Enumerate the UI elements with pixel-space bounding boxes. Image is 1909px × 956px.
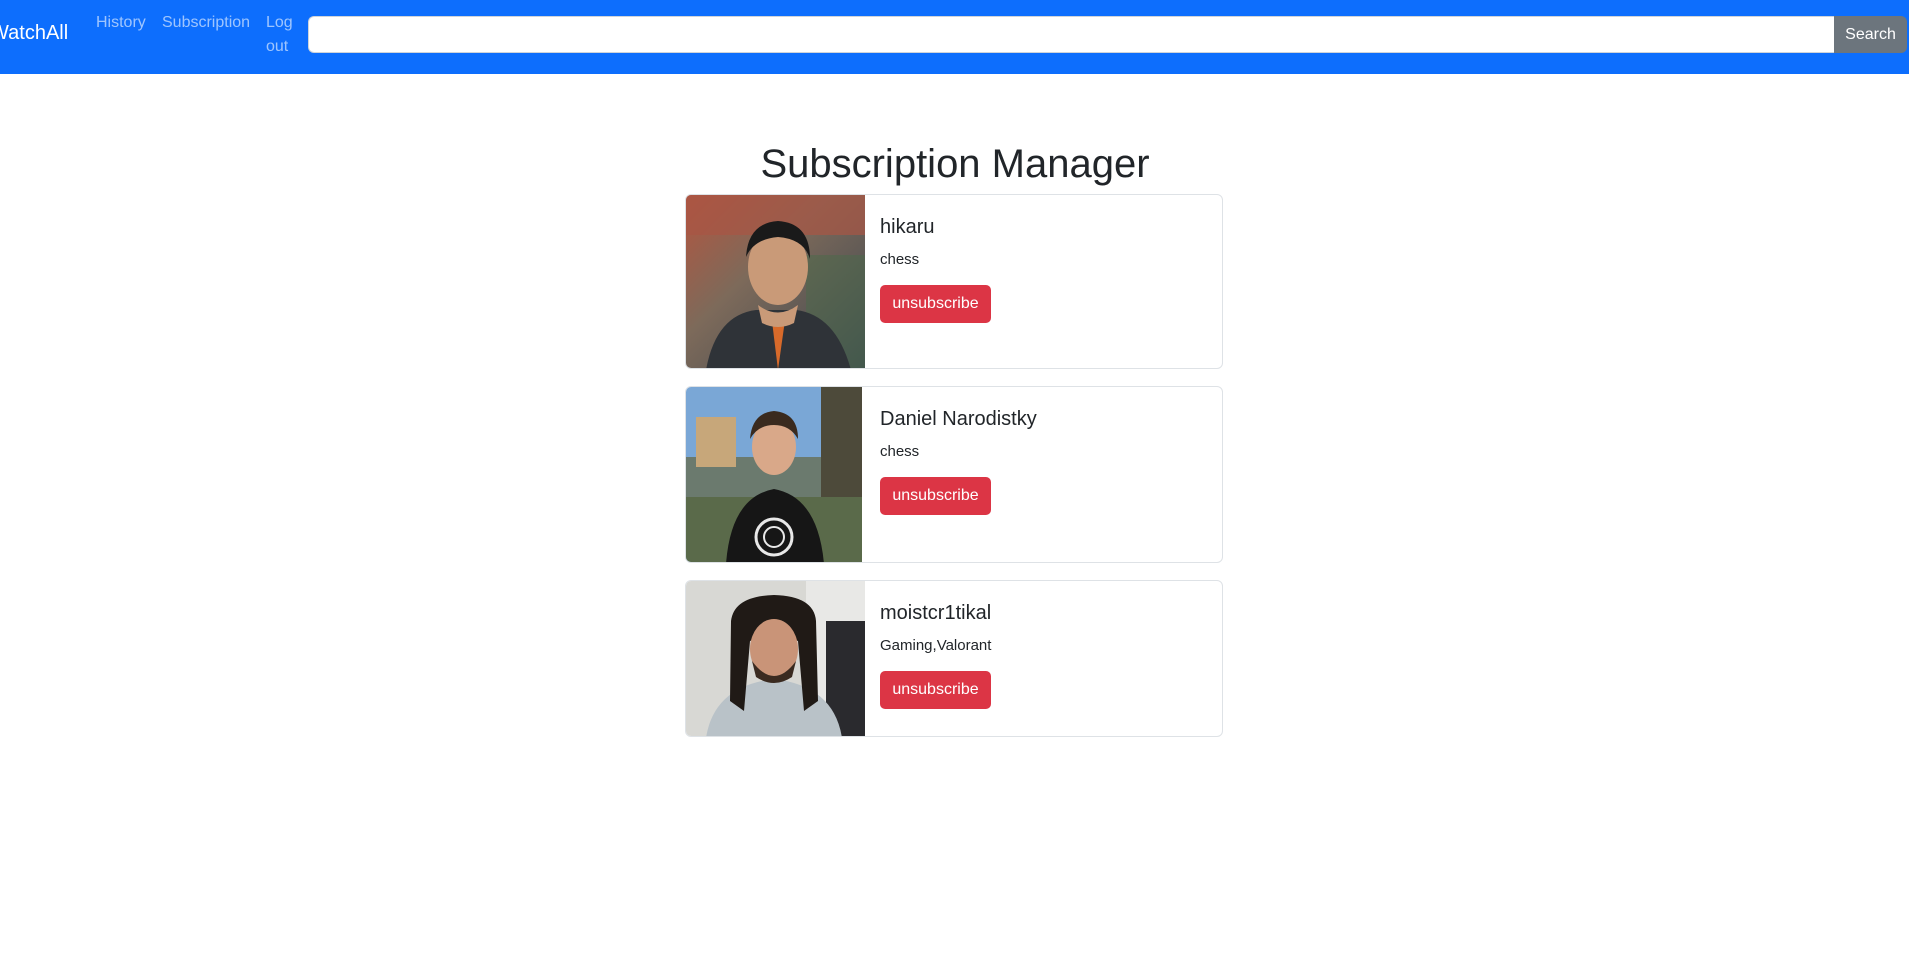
subscription-card: Daniel Narodistky chess unsubscribe (685, 386, 1223, 563)
subscription-card: hikaru chess unsubscribe (685, 194, 1223, 369)
card-body: Daniel Narodistky chess unsubscribe (880, 405, 1037, 515)
unsubscribe-button[interactable]: unsubscribe (880, 671, 991, 709)
card-body: hikaru chess unsubscribe (880, 213, 991, 323)
page-title: Subscription Manager (760, 142, 1150, 186)
channel-name: Daniel Narodistky (880, 408, 1037, 430)
card-body: moistcr1tikal Gaming,Valorant unsubscrib… (880, 599, 991, 709)
channel-avatar (686, 387, 862, 562)
channel-avatar (686, 195, 865, 368)
brand-logo[interactable]: WatchAll (0, 22, 68, 45)
channel-tags: chess (880, 443, 920, 460)
channel-tags: chess (880, 251, 920, 268)
search-button[interactable]: Search (1834, 16, 1907, 53)
subscription-card: moistcr1tikal Gaming,Valorant unsubscrib… (685, 580, 1223, 737)
top-navbar: WatchAll History Subscription Log out Se… (0, 0, 1909, 74)
unsubscribe-button[interactable]: unsubscribe (880, 477, 991, 515)
nav-link-history[interactable]: History (96, 11, 146, 35)
channel-avatar (686, 581, 865, 736)
unsubscribe-button[interactable]: unsubscribe (880, 285, 991, 323)
channel-name: moistcr1tikal (880, 602, 992, 624)
nav-link-subscription[interactable]: Subscription (162, 11, 250, 35)
channel-name: hikaru (880, 216, 935, 238)
nav-link-logout[interactable]: Log out (266, 11, 298, 59)
search-input[interactable] (308, 16, 1834, 53)
channel-tags: Gaming,Valorant (880, 637, 992, 654)
